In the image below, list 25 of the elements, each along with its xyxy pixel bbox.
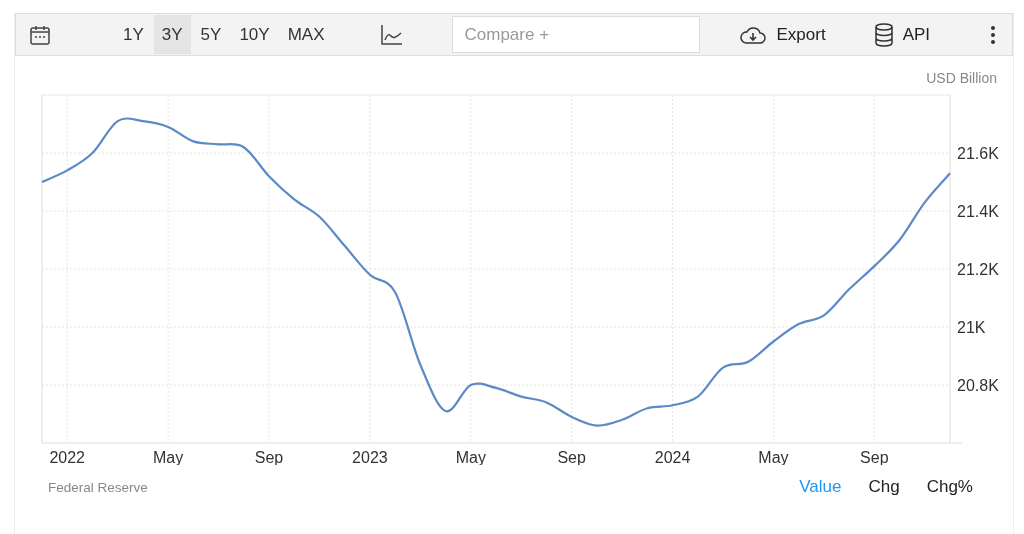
range-tab[interactable]: 3Y bbox=[153, 15, 191, 54]
x-tick-label: 2022 bbox=[49, 449, 85, 465]
y-tick-label: 20.8K bbox=[957, 377, 999, 394]
compare-field[interactable]: Compare + bbox=[452, 16, 701, 53]
more-menu-icon[interactable] bbox=[990, 24, 996, 45]
x-tick-label: 2024 bbox=[654, 449, 691, 465]
unit-label: USD Billion bbox=[926, 70, 997, 86]
range-tab[interactable]: 1Y bbox=[115, 15, 152, 54]
range-tab[interactable]: 10Y bbox=[231, 15, 278, 54]
source-label: Federal Reserve bbox=[48, 479, 148, 495]
x-tick-label: 2023 bbox=[352, 449, 388, 465]
y-tick-label: 21.2K bbox=[957, 261, 999, 278]
range-tab[interactable]: MAX bbox=[279, 15, 333, 54]
calendar-icon[interactable] bbox=[30, 24, 50, 45]
cloud-download-icon bbox=[739, 24, 768, 45]
api-button[interactable]: API bbox=[873, 22, 931, 47]
range-tab[interactable]: 5Y bbox=[192, 15, 230, 54]
view-tab[interactable]: Chg bbox=[841, 477, 900, 497]
line-chart-icon[interactable] bbox=[380, 22, 405, 47]
view-tab[interactable]: Chg% bbox=[899, 477, 973, 497]
y-tick-label: 21.4K bbox=[957, 203, 999, 220]
export-button[interactable]: Export bbox=[739, 24, 826, 45]
database-icon bbox=[873, 22, 894, 47]
y-tick-label: 21K bbox=[957, 319, 986, 336]
y-tick-label: 21.6K bbox=[957, 145, 999, 162]
